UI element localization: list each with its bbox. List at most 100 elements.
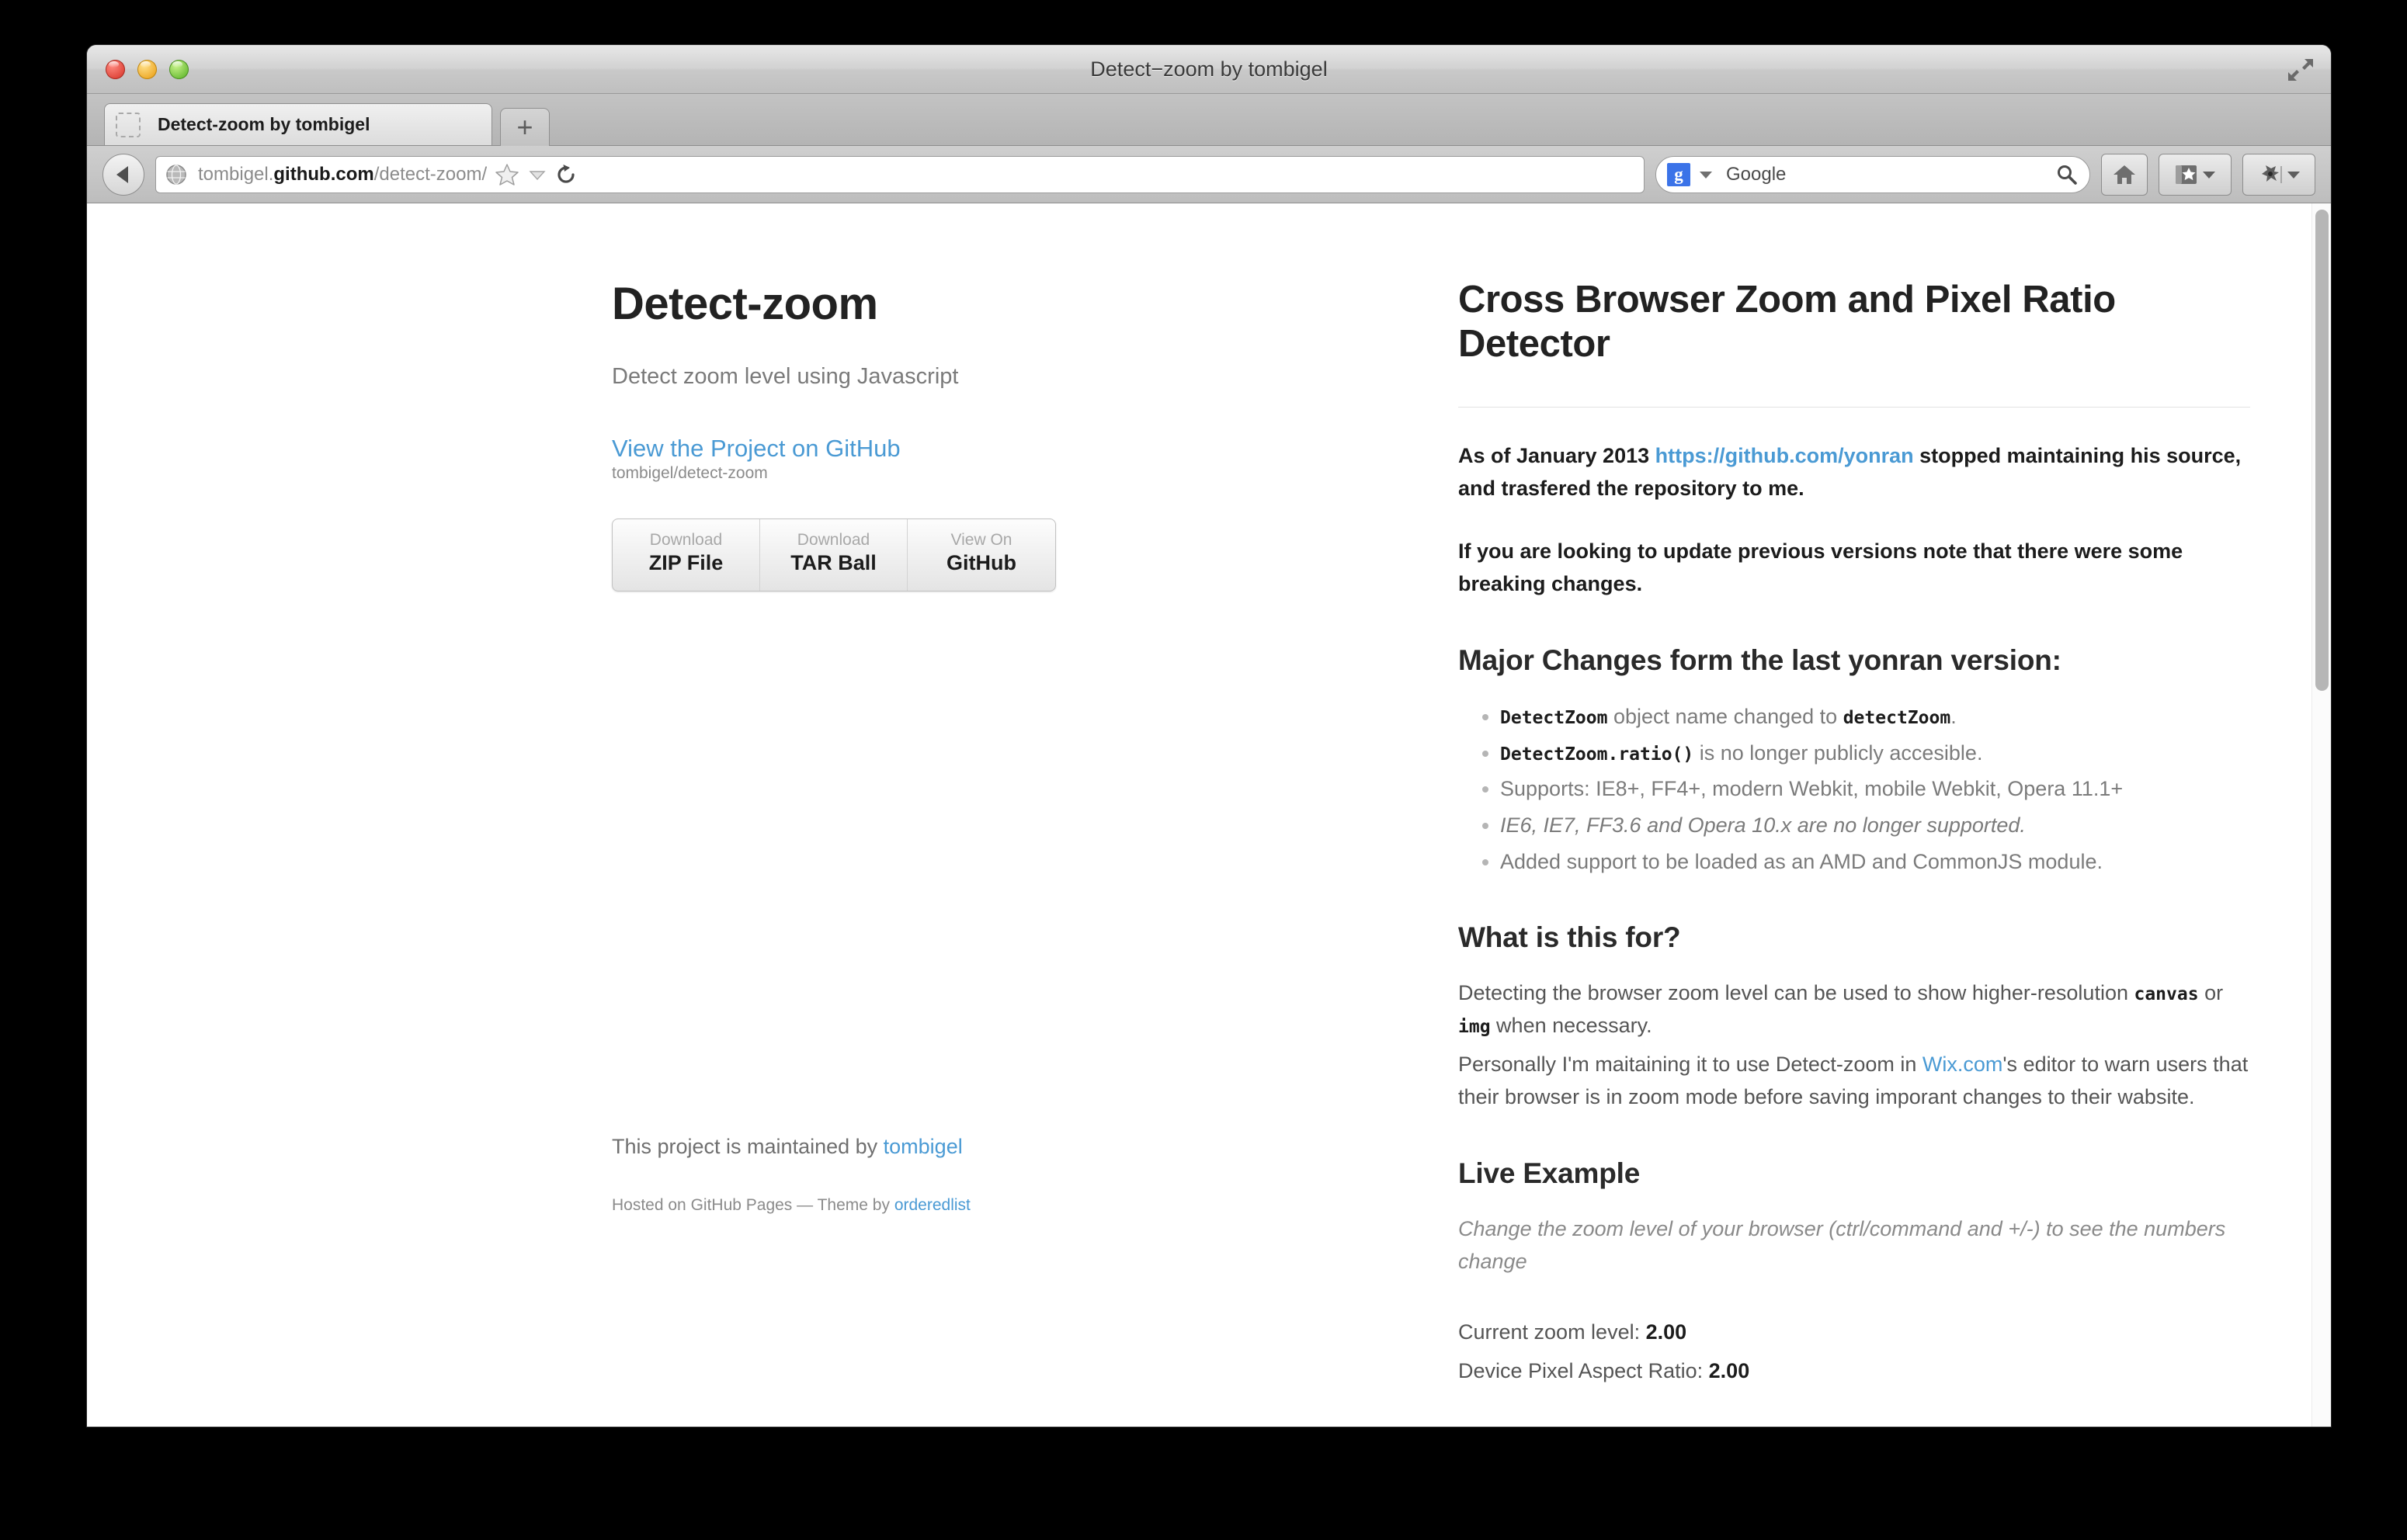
page-title: Detect-zoom	[612, 279, 878, 329]
navigation-toolbar: tombigel.github.com/detect-zoom/ g Googl…	[87, 146, 2331, 203]
heading-divider	[1458, 406, 2250, 408]
back-arrow-icon	[116, 165, 128, 183]
page-main-content: Cross Browser Zoom and Pixel Ratio Detec…	[1458, 278, 2250, 1427]
bookmark-star-icon[interactable]	[495, 163, 519, 186]
tab-detect-zoom[interactable]: Detect-zoom by tombigel	[104, 103, 492, 145]
current-zoom-level-row: Current zoom level: 2.00	[1458, 1316, 2250, 1349]
change-4-text-1: Added support to be loaded as an AMD and…	[1500, 849, 2103, 873]
search-box[interactable]: g Google	[1655, 155, 2090, 193]
live-example-heading: Live Example	[1458, 1157, 1641, 1189]
what-p1-c: when necessary.	[1490, 1014, 1652, 1038]
maintained-by-prefix: This project is maintained by	[612, 1135, 884, 1158]
window-title: Detect−zoom by tombigel	[1090, 57, 1328, 81]
url-path: /detect-zoom/	[373, 163, 488, 185]
search-engine-label: Google	[1726, 163, 1787, 185]
change-1-code-1: DetectZoom.ratio()	[1500, 744, 1694, 765]
project-tagline: Detect zoom level using Javascript	[612, 364, 959, 389]
search-engine-chevron-down-icon[interactable]	[1698, 169, 1714, 180]
sidebar-footer: This project is maintained by tombigel H…	[612, 1135, 1093, 1215]
intro-paragraph-2: If you are looking to update previous ve…	[1458, 539, 2183, 596]
download-zip-label: ZIP File	[648, 551, 724, 575]
bookmarks-icon	[2176, 165, 2197, 184]
change-3-text-1: IE6, IE7, FF3.6 and Opera 10.x are no lo…	[1500, 813, 2026, 837]
change-0-text-2: .	[1950, 705, 1957, 729]
extensions-chevron-down-icon[interactable]	[2287, 169, 2301, 180]
address-bar[interactable]: tombigel.github.com/detect-zoom/	[155, 155, 1645, 193]
address-bar-actions	[487, 163, 577, 186]
repository-path: tombigel/detect-zoom	[612, 464, 768, 482]
back-button[interactable]	[102, 153, 144, 196]
img-code: img	[1458, 1017, 1491, 1038]
change-2-text-1: Supports: IE8+, FF4+, modern Webkit, mob…	[1500, 777, 2124, 801]
change-1-text-1: is no longer publicly accesible.	[1693, 741, 1983, 765]
wix-link[interactable]: Wix.com	[1922, 1053, 2003, 1076]
new-tab-button[interactable]: +	[500, 108, 550, 146]
fullscreen-expand-icon[interactable]	[2287, 57, 2314, 82]
view-project-on-github-link[interactable]: View the Project on GitHub	[612, 435, 1093, 463]
download-tar-sublabel: Download	[797, 531, 870, 549]
maintainer-link[interactable]: tombigel	[884, 1135, 963, 1158]
what-is-this-for-heading: What is this for?	[1458, 921, 1681, 954]
device-pixel-ratio-value: 2.00	[1708, 1359, 1750, 1383]
vertical-scrollbar[interactable]	[2311, 203, 2331, 1427]
change-0-text-1: object name changed to	[1607, 705, 1843, 729]
search-magnifier-icon[interactable]	[2055, 163, 2079, 186]
change-0-code-2: detectZoom	[1843, 708, 1951, 729]
extensions-icon	[2262, 165, 2282, 183]
page-content: Detect-zoom Detect zoom level using Java…	[87, 203, 2312, 1427]
google-logo-icon: g	[1667, 162, 1690, 186]
window-title-bar: Detect−zoom by tombigel	[87, 45, 2331, 94]
globe-icon	[166, 164, 186, 185]
device-pixel-ratio-label: Device Pixel Aspect Ratio:	[1458, 1359, 1709, 1383]
current-zoom-level-value: 2.00	[1645, 1320, 1687, 1344]
intro-1-prefix: As of January 2013	[1458, 443, 1655, 467]
view-github-sublabel: View On	[950, 531, 1012, 549]
live-example-note: Change the zoom level of your browser (c…	[1458, 1216, 2226, 1273]
canvas-code: canvas	[2134, 984, 2199, 1005]
theme-author-link[interactable]: orderedlist	[894, 1196, 971, 1214]
page-viewport: Detect-zoom Detect zoom level using Java…	[87, 203, 2331, 1427]
bookmarks-button[interactable]	[2159, 153, 2232, 196]
view-github-label: GitHub	[946, 551, 1016, 575]
download-zip-button[interactable]: Download ZIP File	[613, 519, 760, 591]
yonran-github-link[interactable]: https://github.com/yonran	[1655, 444, 1914, 467]
download-button-group: Download ZIP File Download TAR Ball View…	[612, 519, 1056, 591]
what-p2-a: Personally I'm maitaining it to use Dete…	[1458, 1053, 1922, 1076]
url-prefix: tombigel.	[198, 163, 274, 185]
list-item: IE6, IE7, FF3.6 and Opera 10.x are no lo…	[1500, 809, 2250, 842]
address-bar-url: tombigel.github.com/detect-zoom/	[198, 164, 487, 186]
what-p1-a: Detecting the browser zoom level can be …	[1458, 981, 2134, 1005]
home-button[interactable]	[2101, 153, 2148, 196]
tab-label: Detect-zoom by tombigel	[158, 114, 370, 134]
device-pixel-ratio-row: Device Pixel Aspect Ratio: 2.00	[1458, 1355, 2250, 1388]
intro-paragraph-1: As of January 2013 https://github.com/yo…	[1458, 440, 2250, 505]
view-on-github-button[interactable]: View On GitHub	[908, 519, 1055, 591]
browser-window: Detect−zoom by tombigel Detect-zoom by t…	[87, 45, 2331, 1427]
change-0-code-1: DetectZoom	[1500, 708, 1608, 729]
major-changes-heading: Major Changes form the last yonran versi…	[1458, 644, 2061, 677]
footer-note-prefix: Hosted on GitHub Pages — Theme by	[612, 1196, 894, 1214]
url-domain: github.com	[273, 163, 374, 185]
list-item: Supports: IE8+, FF4+, modern Webkit, mob…	[1500, 772, 2250, 806]
what-paragraph-1: Detecting the browser zoom level can be …	[1458, 977, 2250, 1042]
current-zoom-level-label: Current zoom level:	[1458, 1320, 1646, 1344]
content-heading: Cross Browser Zoom and Pixel Ratio Detec…	[1458, 279, 2116, 365]
what-p1-b: or	[2198, 981, 2224, 1005]
scrollbar-thumb[interactable]	[2315, 210, 2329, 691]
page-sidebar: Detect-zoom Detect zoom level using Java…	[87, 278, 1155, 1427]
major-changes-list: DetectZoom object name changed to detect…	[1458, 700, 2250, 878]
list-item: DetectZoom object name changed to detect…	[1500, 700, 2250, 734]
download-tar-label: TAR Ball	[790, 551, 877, 575]
download-zip-sublabel: Download	[649, 531, 723, 549]
home-icon	[2114, 165, 2135, 184]
download-tar-button[interactable]: Download TAR Ball	[760, 519, 908, 591]
reload-icon[interactable]	[555, 163, 577, 186]
list-item: Added support to be loaded as an AMD and…	[1500, 845, 2250, 879]
bookmarks-chevron-down-icon[interactable]	[2202, 169, 2216, 180]
tab-bar: Detect-zoom by tombigel +	[87, 94, 2331, 146]
maintained-by-text: This project is maintained by tombigel	[612, 1135, 1093, 1159]
footer-note: Hosted on GitHub Pages — Theme by ordere…	[612, 1196, 1093, 1215]
what-paragraph-2: Personally I'm maitaining it to use Dete…	[1458, 1049, 2250, 1114]
chevron-down-icon[interactable]	[529, 168, 546, 181]
extensions-button[interactable]	[2242, 153, 2315, 196]
